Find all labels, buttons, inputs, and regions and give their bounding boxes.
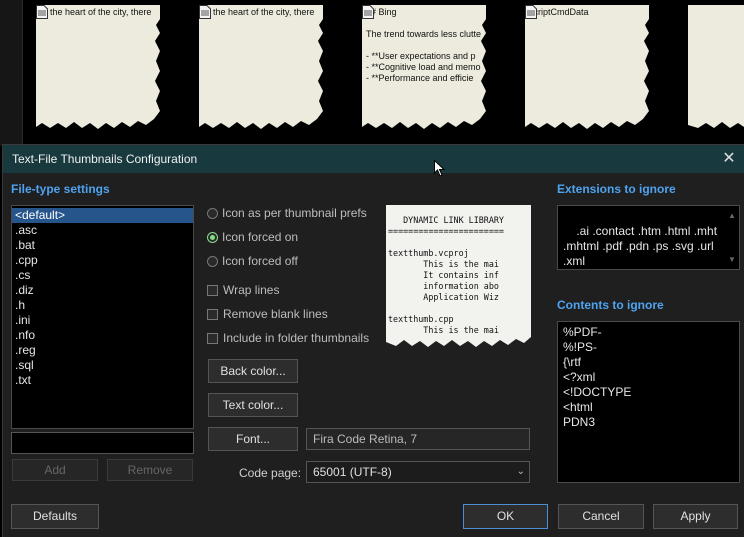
file-thumbnail[interactable]: In the heart of the city, there bbox=[36, 5, 160, 133]
extensions-to-ignore-label: Extensions to ignore bbox=[557, 182, 676, 196]
checkbox-label: Wrap lines bbox=[223, 283, 280, 297]
radio-circle bbox=[207, 255, 218, 267]
radio-circle bbox=[207, 207, 218, 219]
list-item[interactable]: .asc bbox=[12, 223, 193, 238]
checkbox-box bbox=[207, 284, 218, 296]
content-line: %!PS- bbox=[563, 340, 598, 354]
defaults-button[interactable]: Defaults bbox=[11, 504, 99, 529]
contents-to-ignore-label: Contents to ignore bbox=[557, 298, 664, 312]
radio-icon-forced-off[interactable]: Icon forced off bbox=[207, 253, 298, 269]
config-dialog: Text-File Thumbnails Configuration ✕ Fil… bbox=[2, 144, 744, 537]
code-page-value: 65001 (UTF-8) bbox=[313, 465, 392, 479]
content-line: %PDF- bbox=[563, 325, 602, 339]
content-line: <?xml bbox=[563, 370, 596, 384]
extensions-to-ignore-input[interactable]: .ai .contact .htm .html .mht .mhtml .pdf… bbox=[557, 205, 740, 270]
list-item[interactable]: <default> bbox=[12, 208, 193, 223]
text-file-icon bbox=[525, 5, 537, 19]
radio-label: Icon as per thumbnail prefs bbox=[222, 206, 367, 220]
mouse-cursor-icon bbox=[434, 160, 445, 177]
dialog-title: Text-File Thumbnails Configuration bbox=[12, 152, 198, 166]
file-browser-background: In the heart of the city, there In the h… bbox=[0, 0, 744, 146]
include-folder-thumbnails-checkbox[interactable]: Include in folder thumbnails bbox=[207, 330, 369, 346]
file-thumbnail[interactable] bbox=[688, 5, 744, 133]
preview-text: DYNAMIC LINK LIBRARY ===================… bbox=[388, 215, 504, 335]
checkbox-box bbox=[207, 308, 218, 320]
checkbox-label: Remove blank lines bbox=[223, 307, 328, 321]
checkbox-box bbox=[207, 332, 218, 344]
file-type-settings-label: File-type settings bbox=[11, 182, 110, 196]
text-file-icon bbox=[199, 5, 211, 19]
apply-button[interactable]: Apply bbox=[653, 504, 738, 529]
remove-button[interactable]: Remove bbox=[107, 459, 193, 481]
scroll-down-icon[interactable]: ▼ bbox=[727, 252, 737, 267]
radio-icon-prefs[interactable]: Icon as per thumbnail prefs bbox=[207, 205, 367, 221]
font-button[interactable]: Font... bbox=[208, 427, 298, 451]
dialog-titlebar[interactable]: Text-File Thumbnails Configuration ✕ bbox=[3, 145, 744, 173]
list-item[interactable]: .cs bbox=[12, 268, 193, 283]
list-item[interactable]: .sql bbox=[12, 358, 193, 373]
thumbnail-text: ## Bing The trend towards less clutte - … bbox=[366, 7, 482, 83]
chevron-down-icon: ⌄ bbox=[516, 466, 525, 477]
thumbnail-text: In the heart of the city, there bbox=[40, 7, 152, 17]
thumbnail-text: scriptCmdData bbox=[529, 7, 589, 17]
text-color-button[interactable]: Text color... bbox=[208, 393, 298, 417]
thumbnail-text: In the heart of the city, there bbox=[203, 7, 315, 17]
list-item[interactable]: .nfo bbox=[12, 328, 193, 343]
list-item[interactable]: .diz bbox=[12, 283, 193, 298]
content-line: <!DOCTYPE bbox=[563, 385, 632, 399]
back-color-button[interactable]: Back color... bbox=[208, 359, 298, 383]
content-line: <html bbox=[563, 400, 593, 414]
contents-to-ignore-input[interactable]: %PDF- %!PS- {\rtf <?xml <!DOCTYPE <html … bbox=[557, 321, 740, 483]
text-file-icon bbox=[362, 5, 374, 19]
add-button[interactable]: Add bbox=[12, 459, 98, 481]
close-icon[interactable]: ✕ bbox=[719, 149, 739, 169]
list-item[interactable]: .bat bbox=[12, 238, 193, 253]
list-item[interactable]: .h bbox=[12, 298, 193, 313]
extensions-text: .ai .contact .htm .html .mht .mhtml .pdf… bbox=[563, 224, 718, 268]
thumbnail-text bbox=[692, 7, 744, 117]
list-item[interactable]: .reg bbox=[12, 343, 193, 358]
file-thumbnail[interactable]: ## Bing The trend towards less clutte - … bbox=[362, 5, 486, 133]
text-file-icon bbox=[36, 5, 48, 19]
list-item[interactable]: .txt bbox=[12, 373, 193, 388]
remove-blank-lines-checkbox[interactable]: Remove blank lines bbox=[207, 306, 328, 322]
list-item[interactable]: .ini bbox=[12, 313, 193, 328]
radio-circle-selected bbox=[207, 231, 218, 243]
list-item[interactable]: .cpp bbox=[12, 253, 193, 268]
cancel-button[interactable]: Cancel bbox=[558, 504, 644, 529]
radio-label: Icon forced off bbox=[222, 254, 298, 268]
scroll-up-icon[interactable]: ▲ bbox=[727, 208, 737, 223]
font-display-field: Fira Code Retina, 7 bbox=[306, 428, 530, 450]
content-line: {\rtf bbox=[563, 355, 582, 369]
file-thumbnail[interactable]: In the heart of the city, there bbox=[199, 5, 323, 133]
file-thumbnail[interactable]: scriptCmdData bbox=[525, 5, 649, 133]
checkbox-label: Include in folder thumbnails bbox=[223, 331, 370, 345]
radio-label: Icon forced on bbox=[222, 230, 299, 244]
wrap-lines-checkbox[interactable]: Wrap lines bbox=[207, 282, 279, 298]
file-type-list[interactable]: <default> .asc .bat .cpp .cs .diz .h .in… bbox=[11, 205, 194, 429]
new-extension-input[interactable] bbox=[11, 432, 194, 454]
code-page-select[interactable]: 65001 (UTF-8) ⌄ bbox=[306, 461, 530, 483]
thumbnail-preview: DYNAMIC LINK LIBRARY ===================… bbox=[386, 205, 531, 353]
left-pane-edge bbox=[0, 0, 23, 146]
code-page-label: Code page: bbox=[239, 466, 302, 480]
radio-icon-forced-on[interactable]: Icon forced on bbox=[207, 229, 298, 245]
ok-button[interactable]: OK bbox=[463, 504, 548, 529]
content-line: PDN3 bbox=[563, 415, 596, 429]
